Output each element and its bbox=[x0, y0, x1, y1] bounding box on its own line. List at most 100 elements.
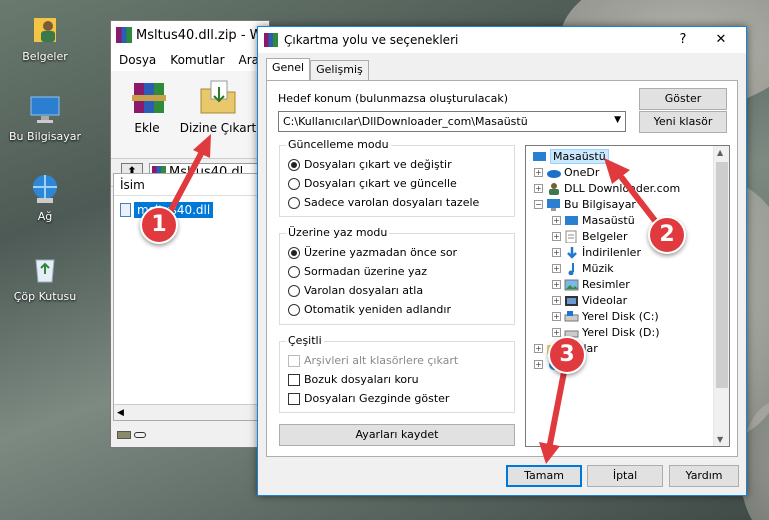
tree-label: Resimler bbox=[582, 278, 630, 291]
add-label: Ekle bbox=[134, 121, 160, 135]
show-button[interactable]: Göster bbox=[639, 88, 727, 110]
tab-advanced[interactable]: Gelişmiş bbox=[310, 60, 369, 80]
menu-item-commands[interactable]: Komutlar bbox=[170, 53, 224, 67]
winrar-app-icon bbox=[116, 27, 132, 43]
desktop-icon-this-pc[interactable]: Bu Bilgisayar bbox=[8, 92, 82, 143]
expand-icon[interactable]: + bbox=[552, 264, 561, 273]
extract-to-label: Dizine Çıkart bbox=[179, 121, 257, 135]
expand-icon[interactable]: + bbox=[552, 312, 561, 321]
option-label: Sormadan üzerine yaz bbox=[304, 265, 428, 278]
extract-to-button[interactable]: Dizine Çıkart bbox=[179, 77, 257, 135]
tree-label: Masaüstü bbox=[550, 149, 609, 164]
tree-node-this-pc[interactable]: − Bu Bilgisayar bbox=[534, 198, 636, 211]
menu-item-file[interactable]: Dosya bbox=[119, 53, 156, 67]
tree-label: Bu Bilgisayar bbox=[564, 198, 636, 211]
new-folder-button[interactable]: Yeni klasör bbox=[639, 111, 727, 133]
collapse-icon[interactable]: − bbox=[534, 200, 543, 209]
winrar-app-icon bbox=[264, 33, 278, 47]
tree-node-disk-c[interactable]: + Yerel Disk (C:) bbox=[552, 310, 659, 323]
desktop-folder-icon bbox=[565, 216, 578, 225]
user-documents-icon bbox=[28, 12, 62, 46]
update-mode-title: Güncelleme modu bbox=[286, 138, 391, 151]
horizontal-scrollbar[interactable]: ◀ bbox=[114, 404, 268, 420]
checkbox-keep-broken[interactable]: Bozuk dosyaları koru bbox=[288, 373, 419, 386]
scrollbar-thumb[interactable] bbox=[716, 162, 728, 388]
radio-ask-before-overwrite[interactable]: Üzerine yazmadan önce sor bbox=[288, 246, 457, 259]
radio-button bbox=[288, 265, 300, 278]
option-label: Varolan dosyaları atla bbox=[304, 284, 424, 297]
column-header-name[interactable]: İsim bbox=[114, 174, 268, 196]
dll-file-icon bbox=[120, 203, 131, 217]
expand-icon[interactable]: + bbox=[534, 360, 543, 369]
tree-node-user[interactable]: + DLL Downloader.com bbox=[534, 182, 680, 195]
scroll-down-icon[interactable]: ▼ bbox=[717, 435, 723, 444]
tree-node-videos[interactable]: + Videolar bbox=[552, 294, 627, 307]
expand-icon[interactable]: + bbox=[552, 296, 561, 305]
winrar-toolbar: Ekle Dizine Çıkart bbox=[111, 71, 269, 159]
expand-icon[interactable]: + bbox=[552, 248, 561, 257]
desktop-icon-documents[interactable]: Belgeler bbox=[8, 12, 82, 63]
checkbox bbox=[288, 354, 300, 367]
destination-path-text: C:\Kullanıcılar\DllDownloader_com\Masaüs… bbox=[283, 115, 528, 128]
overwrite-mode-group: Üzerine yaz modu Üzerine yazmadan önce s… bbox=[279, 226, 515, 325]
expand-icon[interactable]: + bbox=[552, 328, 561, 337]
tree-vertical-scrollbar[interactable]: ▲ ▼ bbox=[713, 146, 729, 446]
add-button[interactable]: Ekle bbox=[117, 77, 177, 135]
expand-icon[interactable]: + bbox=[552, 232, 561, 241]
radio-auto-rename[interactable]: Otomatik yeniden adlandır bbox=[288, 303, 451, 316]
desktop-icon-label: Belgeler bbox=[22, 50, 68, 63]
destination-path-combobox[interactable]: C:\Kullanıcılar\DllDownloader_com\Masaüs… bbox=[278, 111, 626, 132]
checkbox bbox=[288, 392, 300, 405]
overwrite-mode-title: Üzerine yaz modu bbox=[286, 226, 390, 239]
tree-label: Videolar bbox=[582, 294, 628, 307]
checkbox-extract-subfolders[interactable]: Arşivleri alt klasörlere çıkart bbox=[288, 354, 458, 367]
tree-node-onedrive[interactable]: + OneDr bbox=[534, 166, 599, 179]
tree-node-desktop[interactable]: Masaüstü bbox=[532, 149, 609, 164]
local-disk-icon bbox=[564, 311, 579, 322]
computer-icon bbox=[28, 92, 62, 126]
winrar-title-bar[interactable]: Msltus40.dll.zip - Wi bbox=[111, 21, 269, 49]
annotation-badge-3: 3 bbox=[548, 336, 586, 374]
option-label: Arşivleri alt klasörlere çıkart bbox=[304, 354, 459, 367]
radio-overwrite-without-prompt[interactable]: Sormadan üzerine yaz bbox=[288, 265, 427, 278]
save-settings-button[interactable]: Ayarları kaydet bbox=[279, 424, 515, 446]
help-button[interactable]: Yardım bbox=[669, 465, 739, 487]
checkbox-show-in-explorer[interactable]: Dosyaları Gezginde göster bbox=[288, 392, 449, 405]
annotation-badge-2: 2 bbox=[648, 216, 686, 254]
option-label: Dosyaları çıkart ve güncelle bbox=[304, 177, 457, 190]
radio-skip-existing[interactable]: Varolan dosyaları atla bbox=[288, 284, 423, 297]
expand-icon[interactable]: + bbox=[534, 168, 543, 177]
expand-icon[interactable]: + bbox=[534, 344, 543, 353]
chevron-down-icon[interactable]: ▼ bbox=[614, 115, 621, 125]
close-icon[interactable]: ✕ bbox=[706, 27, 736, 53]
radio-freshen-existing[interactable]: Sadece varolan dosyaları tazele bbox=[288, 196, 479, 209]
expand-icon[interactable]: + bbox=[552, 216, 561, 225]
tree-node-pictures[interactable]: + Resimler bbox=[552, 278, 630, 291]
pictures-folder-icon bbox=[564, 279, 579, 291]
expand-icon[interactable]: + bbox=[534, 184, 543, 193]
cancel-button[interactable]: İptal bbox=[587, 465, 663, 487]
checkbox bbox=[288, 373, 300, 386]
radio-extract-replace[interactable]: Dosyaları çıkart ve değiştir bbox=[288, 158, 452, 171]
tree-node-documents[interactable]: + Belgeler bbox=[552, 230, 627, 243]
scroll-up-icon[interactable]: ▲ bbox=[717, 148, 723, 157]
radio-extract-update[interactable]: Dosyaları çıkart ve güncelle bbox=[288, 177, 457, 190]
column-name-label: İsim bbox=[120, 177, 145, 192]
desktop-icon-network[interactable]: Ağ bbox=[8, 172, 82, 223]
tree-node-music[interactable]: + Müzik bbox=[552, 262, 614, 275]
desktop-icon-recycle-bin[interactable]: Çöp Kutusu bbox=[8, 252, 82, 303]
user-folder-icon bbox=[549, 183, 559, 195]
tree-label: DLL Downloader.com bbox=[564, 182, 681, 195]
tab-general[interactable]: Genel bbox=[266, 58, 311, 80]
window-title: Msltus40.dll.zip - Wi bbox=[136, 27, 266, 43]
destination-label: Hedef konum (bulunmazsa oluşturulacak) bbox=[278, 92, 508, 105]
dialog-title-bar[interactable]: Çıkartma yolu ve seçenekleri ? ✕ bbox=[258, 27, 746, 53]
desktop-icon-label: Ağ bbox=[37, 210, 53, 223]
tree-node-downloads[interactable]: + İndirilenler bbox=[552, 246, 641, 259]
desktop-icon-label: Çöp Kutusu bbox=[13, 290, 77, 303]
folder-tree[interactable]: Masaüstü + OneDr + DLL Downloader.com − … bbox=[525, 145, 730, 447]
help-title-button[interactable]: ? bbox=[668, 27, 698, 53]
ok-button[interactable]: Tamam bbox=[506, 465, 582, 487]
expand-icon[interactable]: + bbox=[552, 280, 561, 289]
tree-node-pc-desktop[interactable]: + Masaüstü bbox=[552, 214, 635, 227]
